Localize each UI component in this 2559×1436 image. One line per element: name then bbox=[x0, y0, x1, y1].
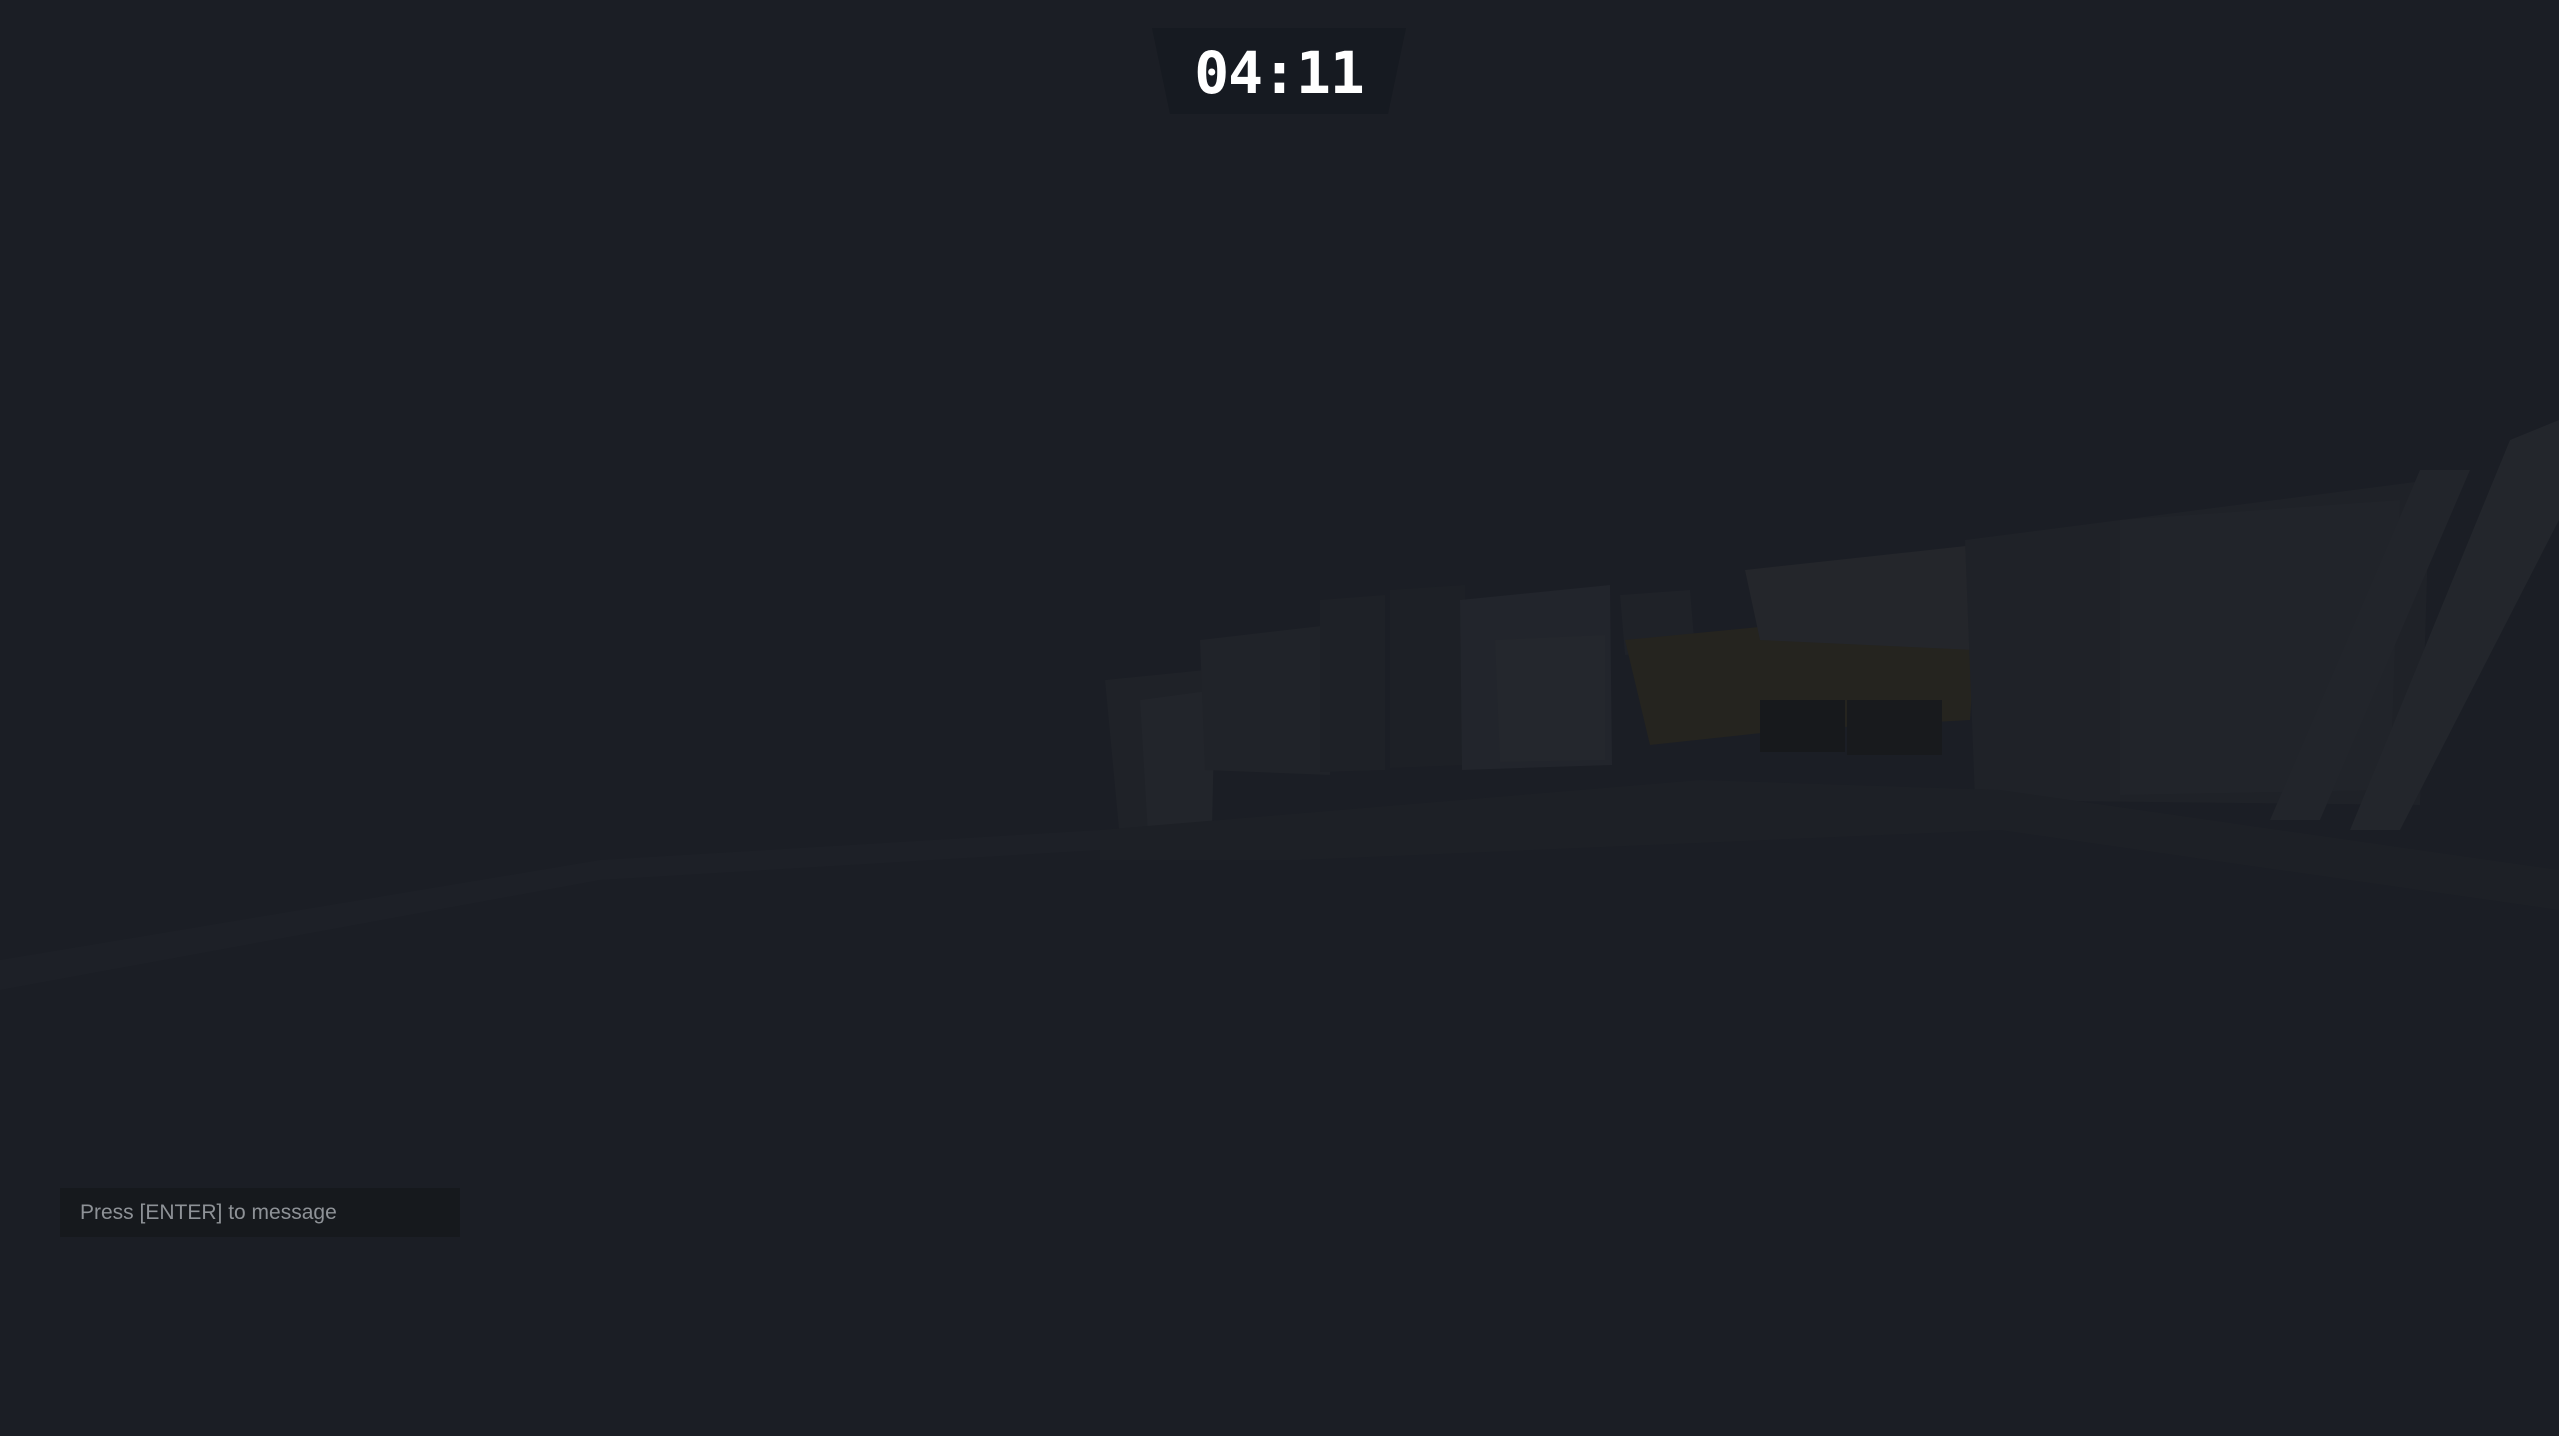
distant-block-1 bbox=[1320, 595, 1385, 772]
dark-crate-2 bbox=[1847, 700, 1942, 755]
distant-tower bbox=[1200, 625, 1330, 775]
speckled-wall bbox=[1745, 545, 1975, 650]
chat-input[interactable]: Press [ENTER] to message bbox=[60, 1188, 460, 1237]
ground-shadow-left bbox=[0, 830, 1100, 990]
distant-block-2 bbox=[1390, 585, 1465, 768]
distant-block-4 bbox=[1495, 635, 1605, 762]
chat-input-placeholder: Press [ENTER] to message bbox=[80, 1200, 337, 1224]
game-viewport[interactable]: 04:11 Press [ENTER] to message bbox=[0, 0, 2559, 1436]
match-timer: 04:11 bbox=[1194, 39, 1365, 107]
dark-crate-1 bbox=[1760, 700, 1845, 752]
